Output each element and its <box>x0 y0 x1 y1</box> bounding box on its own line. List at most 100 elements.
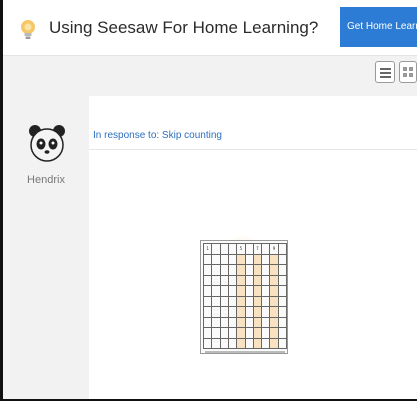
hundreds-chart-cell <box>237 317 246 328</box>
hundreds-chart-cell <box>228 275 238 286</box>
page-title: Using Seesaw For Home Learning? <box>49 18 319 37</box>
hundreds-chart-cell <box>278 275 287 286</box>
hundreds-chart-cell <box>262 338 271 349</box>
hundreds-chart-cell: 7 <box>253 244 263 255</box>
chart-footer-line <box>205 351 285 353</box>
hundreds-chart-cell <box>204 328 213 339</box>
hundreds-chart-cell <box>245 296 254 307</box>
hundreds-chart-cell <box>245 244 254 255</box>
hundreds-chart-cell <box>212 265 221 276</box>
hundreds-chart-cell <box>228 265 238 276</box>
hundreds-chart-cell <box>278 307 287 318</box>
hundreds-chart-cell <box>212 275 221 286</box>
hundreds-chart-cell <box>204 317 213 328</box>
hundreds-chart-cell <box>270 275 279 286</box>
list-view-icon[interactable] <box>375 61 395 83</box>
hundreds-chart-cell <box>204 286 213 297</box>
hundreds-chart-cell <box>278 254 287 265</box>
hundreds-chart-cell <box>270 307 279 318</box>
hundreds-chart-cell <box>220 317 229 328</box>
hundreds-chart-cell <box>237 328 246 339</box>
hundreds-chart-cell <box>253 338 263 349</box>
hundreds-chart-cell <box>220 254 229 265</box>
hundreds-chart-cell <box>278 317 287 328</box>
hundreds-chart-cell <box>270 317 279 328</box>
hundreds-chart-cell <box>220 265 229 276</box>
hundreds-chart-cell <box>245 317 254 328</box>
hundreds-chart-cell <box>270 286 279 297</box>
hundreds-chart-cell <box>253 254 263 265</box>
hundreds-chart-cell <box>270 254 279 265</box>
hundreds-chart-cell <box>270 338 279 349</box>
hundreds-chart-cell <box>212 307 221 318</box>
hundreds-chart-cell <box>278 338 287 349</box>
hundreds-chart-cell <box>270 296 279 307</box>
hundreds-chart-cell <box>262 275 271 286</box>
hundreds-chart-cell <box>278 244 287 255</box>
hundreds-chart-cell <box>262 328 271 339</box>
get-home-learning-code-button[interactable]: Get Home Learning Code <box>340 7 417 47</box>
hundreds-chart-cell <box>245 286 254 297</box>
post-content: In response to: Skip counting 1579 <box>89 96 417 399</box>
hundreds-chart-cell: 9 <box>270 244 279 255</box>
hundreds-chart-cell <box>245 254 254 265</box>
hundreds-chart-cell <box>262 254 271 265</box>
hundreds-chart-cell <box>204 307 213 318</box>
hundreds-chart-cell <box>237 265 246 276</box>
hundreds-chart-cell <box>228 307 238 318</box>
hundreds-chart-cell <box>237 307 246 318</box>
hundreds-chart-cell <box>253 296 263 307</box>
hundreds-chart-attachment[interactable]: 1579 <box>200 236 288 356</box>
hundreds-chart-cell <box>204 265 213 276</box>
hundreds-chart-cell <box>237 254 246 265</box>
hundreds-chart-cell <box>204 338 213 349</box>
hundreds-grid: 1579 <box>203 243 287 349</box>
hundreds-chart-cell <box>245 338 254 349</box>
hundreds-chart-cell <box>220 328 229 339</box>
hundreds-chart-cell <box>237 275 246 286</box>
hundreds-chart-cell <box>212 254 221 265</box>
hundreds-chart-cell <box>220 307 229 318</box>
hundreds-chart-cell <box>253 275 263 286</box>
panda-avatar-icon[interactable] <box>26 122 68 164</box>
hundreds-chart-cell <box>228 338 238 349</box>
hundreds-chart-cell <box>245 328 254 339</box>
grid-view-icon[interactable] <box>399 61 417 83</box>
author-name: Hendrix <box>27 174 65 186</box>
view-toolbar <box>3 56 417 96</box>
hundreds-chart-cell <box>228 286 238 297</box>
hundreds-chart-cell <box>262 296 271 307</box>
response-header: In response to: Skip counting <box>89 96 417 150</box>
hundreds-chart-cell <box>220 296 229 307</box>
hundreds-chart-cell <box>228 328 238 339</box>
hundreds-chart-cell <box>245 265 254 276</box>
hundreds-chart-cell <box>278 296 287 307</box>
top-bar: Using Seesaw For Home Learning? Get Home… <box>3 0 417 56</box>
hundreds-chart-cell <box>262 244 271 255</box>
hundreds-chart-cell <box>278 265 287 276</box>
hundreds-chart-cell <box>278 328 287 339</box>
hundreds-chart-cell <box>212 296 221 307</box>
hundreds-chart-cell <box>220 244 229 255</box>
hundreds-chart-cell <box>253 307 263 318</box>
hundreds-chart-cell <box>204 275 213 286</box>
hundreds-chart-cell: 1 <box>204 244 213 255</box>
hundreds-chart-cell <box>253 286 263 297</box>
hundreds-chart-cell <box>220 275 229 286</box>
hundreds-chart-cell <box>262 286 271 297</box>
post-author-sidebar: Hendrix <box>3 96 89 399</box>
hundreds-chart-cell <box>237 338 246 349</box>
hundreds-chart-cell <box>253 265 263 276</box>
hundreds-chart-cell <box>262 307 271 318</box>
hundreds-chart-cell <box>212 317 221 328</box>
hundreds-chart-cell <box>262 317 271 328</box>
hundreds-chart-cell <box>237 296 246 307</box>
hundreds-chart-cell <box>278 286 287 297</box>
hundreds-chart-cell <box>220 338 229 349</box>
hundreds-chart-cell <box>270 265 279 276</box>
hundreds-chart-cell <box>253 317 263 328</box>
hundreds-chart-cell <box>228 317 238 328</box>
response-label[interactable]: In response to: Skip counting <box>93 130 222 141</box>
hundreds-chart-cell <box>228 296 238 307</box>
hundreds-chart-cell <box>212 244 221 255</box>
